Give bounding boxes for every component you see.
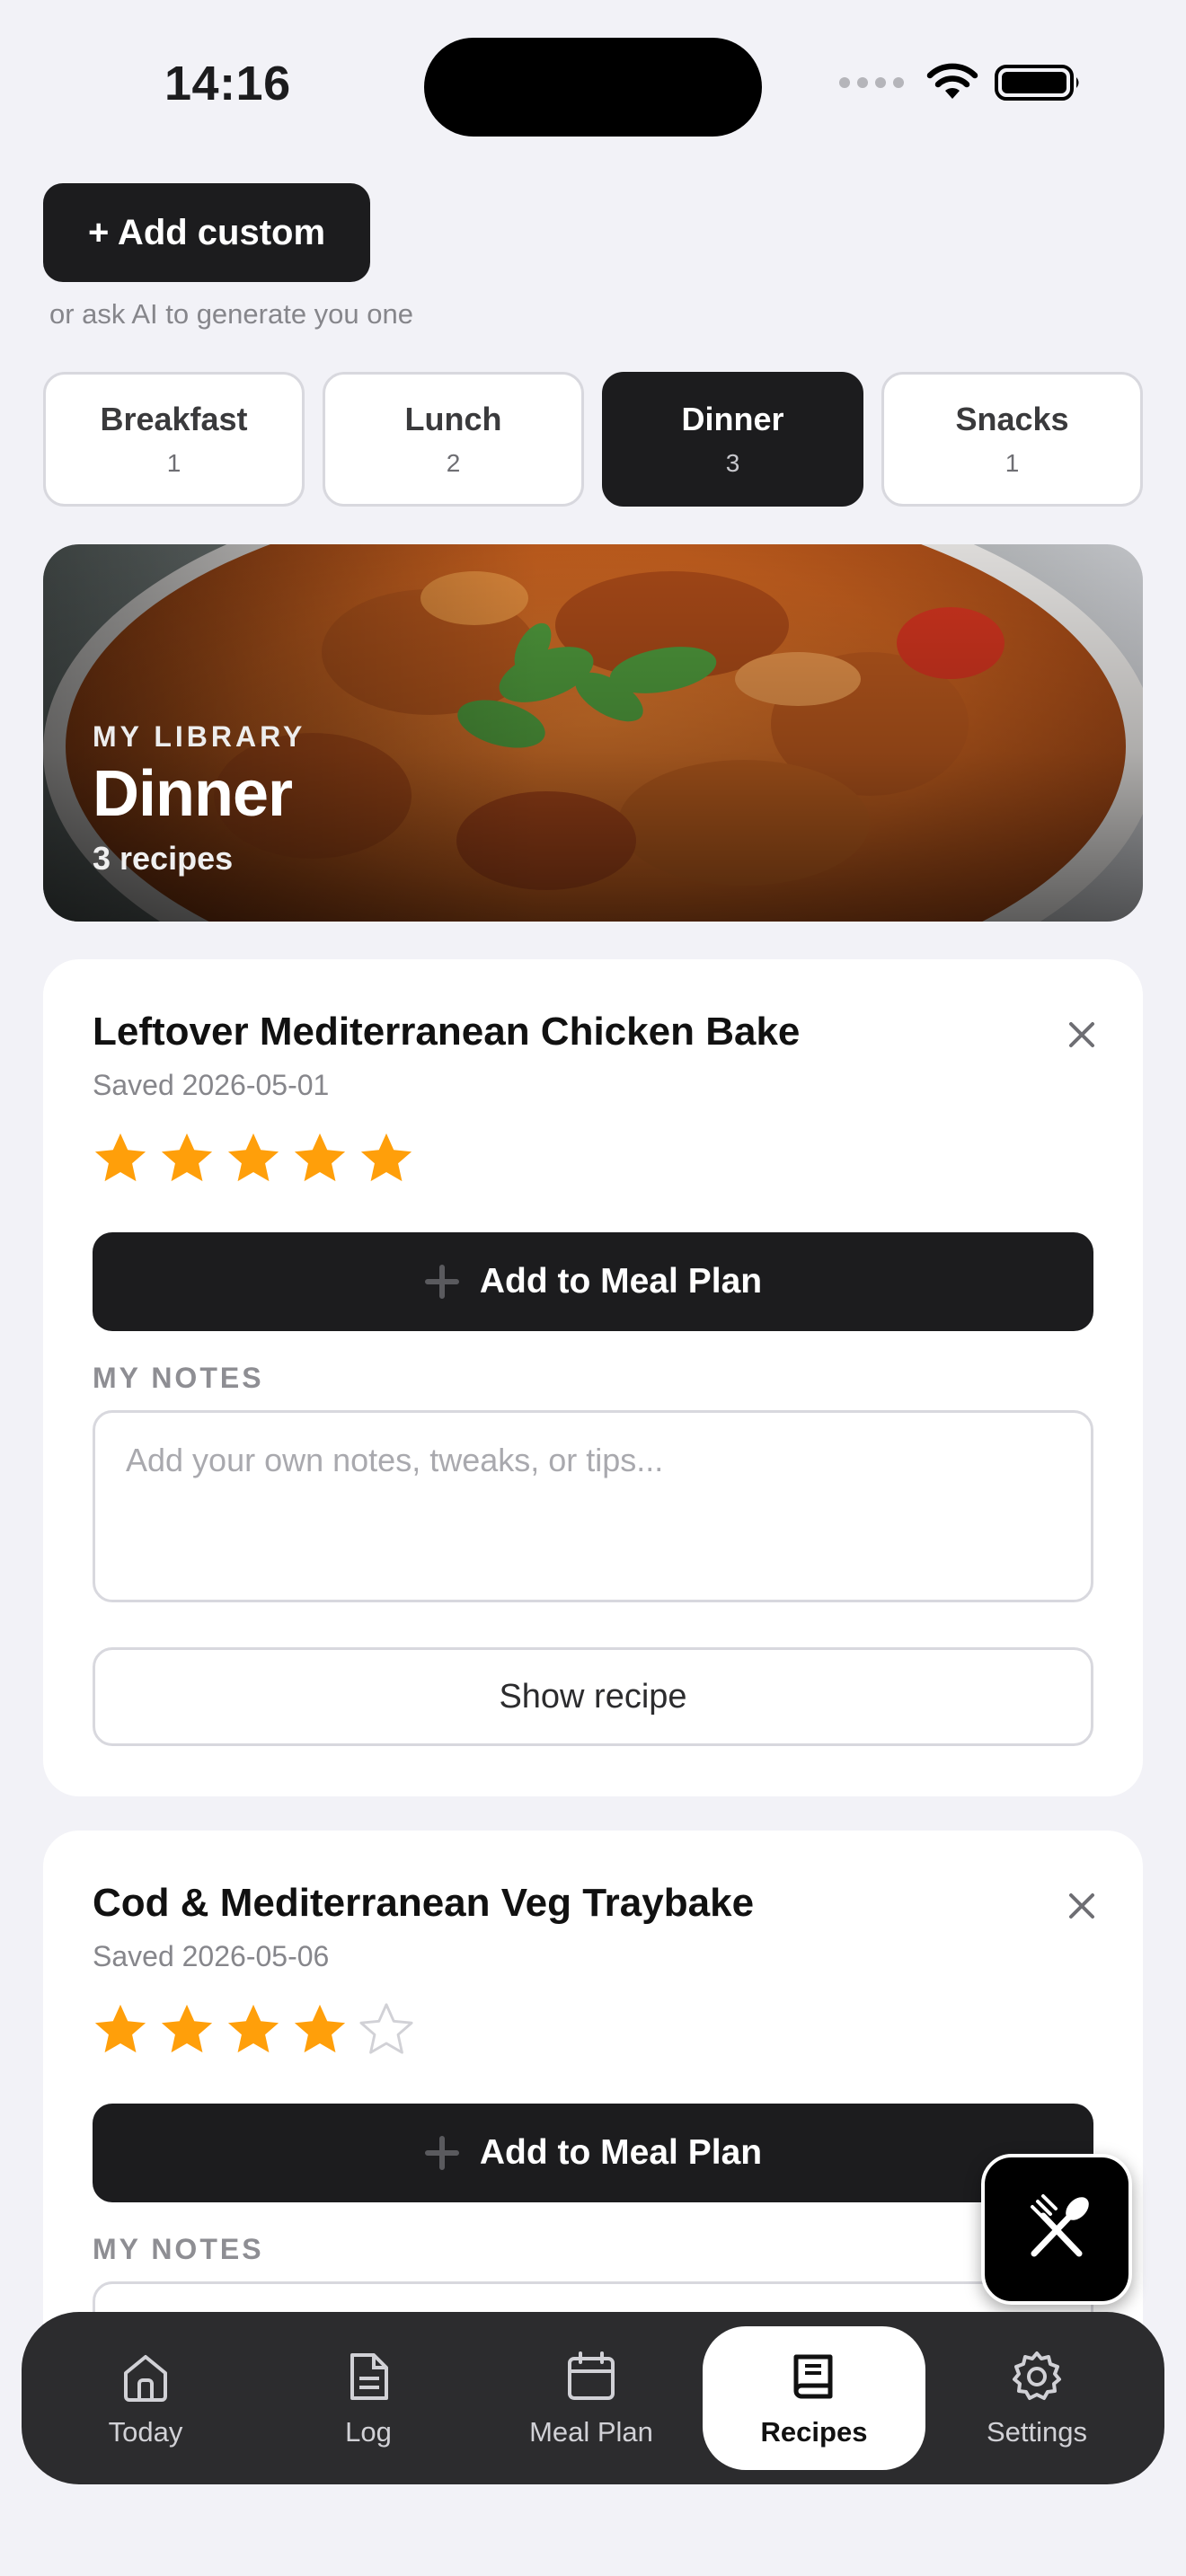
dynamic-island [424,38,762,137]
tab-label: Log [345,2416,392,2448]
star-filled-icon[interactable] [159,2001,215,2057]
tab-log[interactable]: Log [257,2326,480,2470]
status-icons [839,63,1084,102]
star-filled-icon[interactable] [93,1130,148,1186]
tab-settings[interactable]: Settings [925,2326,1148,2470]
tab-today[interactable]: Today [34,2326,257,2470]
add-to-meal-plan-button[interactable]: Add to Meal Plan [93,1232,1093,1331]
recipe-saved-date: Saved 2026-05-01 [93,1069,330,1101]
recipe-saved-date: Saved 2026-05-06 [93,1940,330,1972]
hero-eyebrow: MY LIBRARY [93,720,306,753]
star-filled-icon[interactable] [226,2001,281,2057]
status-time: 14:16 [164,57,291,110]
tab-label: Settings [986,2416,1087,2448]
tab-label: Recipes [760,2416,868,2448]
star-filled-icon[interactable] [358,1130,414,1186]
notes-input[interactable]: Add your own notes, tweaks, or tips... [93,1410,1093,1602]
recipe-title: Cod & Mediterranean Veg Traybake [93,1881,755,1925]
recipe-rating [93,2001,414,2057]
tab-meal-plan[interactable]: Meal Plan [480,2326,703,2470]
tab-count: 1 [166,449,181,477]
add-to-meal-plan-label: Add to Meal Plan [479,1262,763,1301]
tab-label: Lunch [404,401,502,437]
wifi-icon [926,63,978,99]
category-tabs: Breakfast 1 Lunch 2 Dinner 3 Snacks 1 [43,372,1143,507]
star-filled-icon[interactable] [93,2001,148,2057]
calendar-icon [568,2351,615,2400]
home-icon [124,2355,167,2402]
notes-heading: MY NOTES [93,1362,264,1394]
bottom-tab-bar: Today Log Meal Plan Recipes Settings [22,2312,1164,2484]
fork-knife-icon [1031,2194,1089,2257]
add-to-meal-plan-button[interactable]: Add to Meal Plan [93,2104,1093,2202]
gear-icon [1013,2351,1061,2400]
hero-recipe-count: 3 recipes [93,840,234,877]
star-filled-icon[interactable] [292,2001,348,2057]
recipe-title: Leftover Mediterranean Chicken Bake [93,1010,801,1054]
add-to-meal-plan-label: Add to Meal Plan [479,2133,763,2172]
document-icon [350,2353,388,2400]
star-filled-icon[interactable] [226,1130,281,1186]
add-custom-button[interactable]: + Add custom [43,183,370,282]
tab-label: Dinner [681,401,784,437]
ai-hint-text: or ask AI to generate you one [49,298,413,330]
star-filled-icon[interactable] [159,1130,215,1186]
tab-count: 3 [725,449,740,477]
remove-recipe-close-icon[interactable] [1064,1888,1100,1924]
tab-label: Breakfast [100,401,248,437]
plus-icon [424,1265,459,1299]
tab-dinner[interactable]: Dinner 3 [602,372,863,507]
tab-lunch[interactable]: Lunch 2 [323,372,584,507]
tab-label: Meal Plan [529,2416,653,2448]
show-recipe-button[interactable]: Show recipe [93,1647,1093,1746]
star-filled-icon[interactable] [292,1130,348,1186]
tab-label: Today [108,2416,183,2448]
tab-count: 2 [446,449,461,477]
battery-icon [995,65,1079,101]
recipes-screen: 14:16 + Add custom or ask AI to generate… [0,0,1186,2576]
tab-count: 1 [1005,449,1020,477]
star-empty-icon[interactable] [358,2001,414,2057]
tab-snacks[interactable]: Snacks 1 [881,372,1143,507]
recipe-rating [93,1130,414,1186]
notes-heading: MY NOTES [93,2233,264,2265]
plus-icon [424,2136,459,2170]
hero-text: MY LIBRARY Dinner 3 recipes [93,720,305,878]
generate-recipe-button[interactable] [981,2154,1132,2305]
remove-recipe-close-icon[interactable] [1064,1017,1100,1053]
hero-title: Dinner [93,758,293,830]
tab-label: Snacks [955,401,1069,437]
library-hero-banner: MY LIBRARY Dinner 3 recipes [43,544,1143,922]
tab-breakfast[interactable]: Breakfast 1 [43,372,305,507]
book-icon [793,2354,833,2399]
signal-icon [839,77,904,88]
tab-recipes[interactable]: Recipes [703,2326,925,2470]
recipe-card: Leftover Mediterranean Chicken Bake Save… [43,959,1143,1796]
